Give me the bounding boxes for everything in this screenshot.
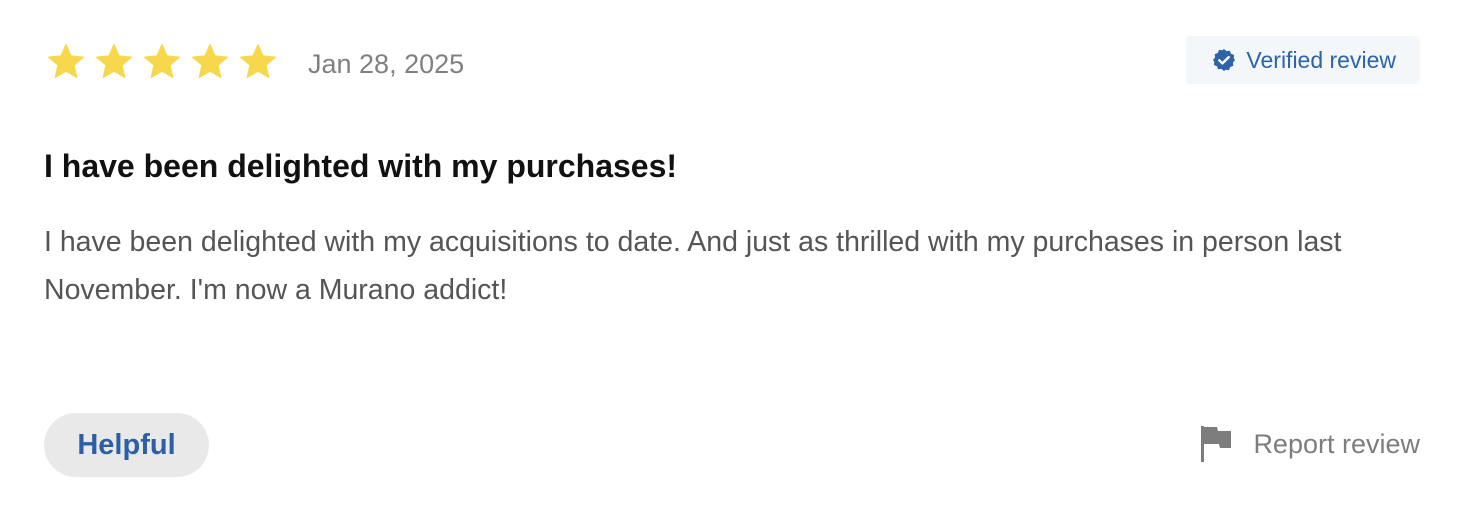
verified-badge: Verified review: [1186, 36, 1420, 84]
helpful-button[interactable]: Helpful: [44, 413, 209, 477]
star-icon: [44, 40, 88, 84]
report-review-link[interactable]: Report review: [1199, 422, 1420, 466]
star-icon: [236, 40, 280, 84]
verified-label: Verified review: [1246, 46, 1396, 73]
review-date: Jan 28, 2025: [308, 49, 465, 79]
review-header: Jan 28, 2025 Verified review: [44, 36, 1420, 86]
review-body: I have been delighted with my acquisitio…: [44, 226, 1342, 306]
report-review-label: Report review: [1253, 428, 1420, 459]
verified-check-icon: [1212, 48, 1236, 72]
flag-icon: [1199, 424, 1235, 464]
star-icon: [140, 40, 184, 84]
star-rating: [44, 40, 280, 84]
review-card: Jan 28, 2025 Verified review I have been…: [0, 0, 1464, 510]
star-icon: [188, 40, 232, 84]
review-title: I have been delighted with my purchases!: [44, 148, 678, 184]
star-icon: [92, 40, 136, 84]
